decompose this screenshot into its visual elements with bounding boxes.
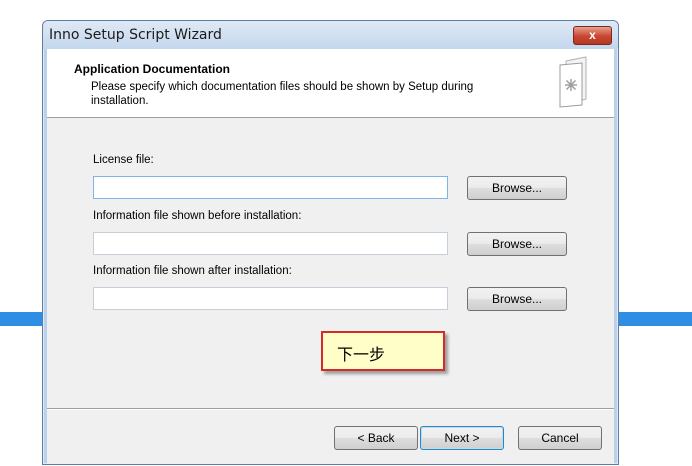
info-before-browse-button[interactable]: Browse... (467, 232, 567, 256)
info-after-browse-button[interactable]: Browse... (467, 287, 567, 311)
wizard-dialog: Inno Setup Script Wizard x Application D… (42, 20, 619, 465)
dialog-body: Application Documentation Please specify… (47, 49, 614, 464)
info-before-label: Information file shown before installati… (93, 210, 302, 222)
button-area-separator (47, 408, 614, 410)
title-bar[interactable]: Inno Setup Script Wizard x (43, 21, 618, 49)
page-title: Application Documentation (74, 62, 230, 76)
info-before-input[interactable] (93, 232, 448, 255)
info-after-input[interactable] (93, 287, 448, 310)
back-button[interactable]: < Back (334, 426, 418, 450)
wizard-header: Application Documentation Please specify… (47, 49, 614, 118)
close-icon: x (589, 28, 596, 42)
window-title: Inno Setup Script Wizard (49, 27, 222, 43)
license-browse-button[interactable]: Browse... (467, 176, 567, 200)
next-step-callout: 下一步 (321, 331, 445, 371)
license-file-label: License file: (93, 154, 154, 166)
info-after-label: Information file shown after installatio… (93, 265, 292, 277)
close-button[interactable]: x (573, 26, 612, 45)
cancel-button[interactable]: Cancel (518, 426, 602, 450)
license-file-input[interactable] (93, 176, 448, 199)
page-description: Please specify which documentation files… (91, 81, 474, 107)
next-button[interactable]: Next > (420, 426, 504, 450)
document-icon (559, 56, 587, 108)
